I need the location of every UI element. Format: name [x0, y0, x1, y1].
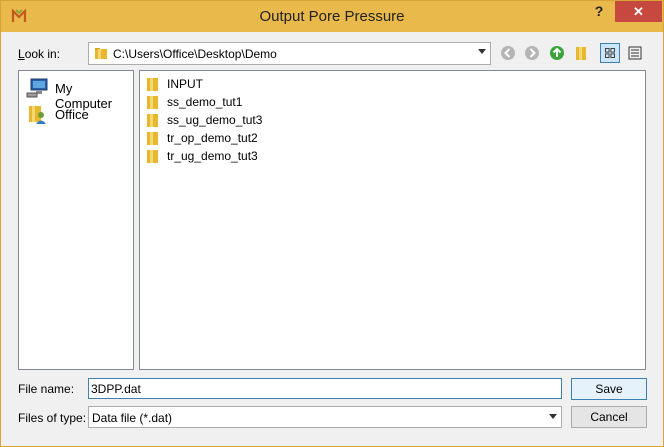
dialog-window: Output Pore Pressure ? ✕ Look in: C:\Use…	[0, 0, 664, 447]
look-in-label: Look in:	[18, 47, 61, 61]
back-icon[interactable]	[498, 43, 518, 63]
folder-icon	[147, 132, 158, 145]
folder-icon	[147, 96, 158, 109]
chevron-down-icon[interactable]	[549, 414, 557, 419]
file-list[interactable]: INPUT ss_demo_tut1 ss_ug_demo_tut3 tr_op…	[139, 70, 646, 370]
user-folder-icon	[29, 106, 46, 124]
sidebar-item-my-computer[interactable]: My Computer	[24, 77, 130, 111]
file-name: INPUT	[167, 77, 203, 91]
look-in-combo[interactable]: C:\Users\Office\Desktop\Demo	[88, 42, 491, 65]
sidebar: My Computer Office	[18, 70, 134, 370]
parent-folder-icon[interactable]	[547, 43, 567, 63]
file-type-combo[interactable]: Data file (*.dat)	[88, 406, 562, 428]
cancel-button[interactable]: Cancel	[571, 406, 647, 428]
chevron-down-icon[interactable]	[478, 49, 486, 54]
file-name: tr_ug_demo_tut3	[167, 149, 258, 163]
list-view-icon[interactable]	[600, 43, 620, 63]
file-name-label: File name:	[18, 382, 75, 396]
forward-icon[interactable]	[522, 43, 542, 63]
file-name: ss_demo_tut1	[167, 95, 243, 109]
folder-icon	[147, 114, 158, 127]
file-name: tr_op_demo_tut2	[167, 131, 258, 145]
file-name-input[interactable]	[88, 378, 562, 399]
sidebar-item-label: Office	[55, 107, 89, 122]
computer-icon	[26, 78, 48, 98]
sidebar-item-office[interactable]: Office	[24, 103, 130, 125]
detail-view-icon[interactable]	[625, 43, 645, 63]
new-folder-icon[interactable]	[572, 43, 592, 63]
help-button[interactable]: ?	[587, 3, 611, 23]
folder-icon	[147, 150, 158, 163]
folder-icon	[147, 78, 158, 91]
save-button[interactable]: Save	[571, 378, 647, 400]
look-in-path: C:\Users\Office\Desktop\Demo	[113, 47, 277, 61]
title-bar[interactable]: Output Pore Pressure ? ✕	[1, 1, 663, 32]
file-type-value: Data file (*.dat)	[92, 411, 173, 425]
close-button[interactable]: ✕	[615, 1, 662, 22]
file-name: ss_ug_demo_tut3	[167, 113, 263, 127]
folder-icon	[95, 48, 107, 59]
window-title: Output Pore Pressure	[259, 8, 405, 25]
file-type-label: Files of type:	[18, 411, 87, 425]
